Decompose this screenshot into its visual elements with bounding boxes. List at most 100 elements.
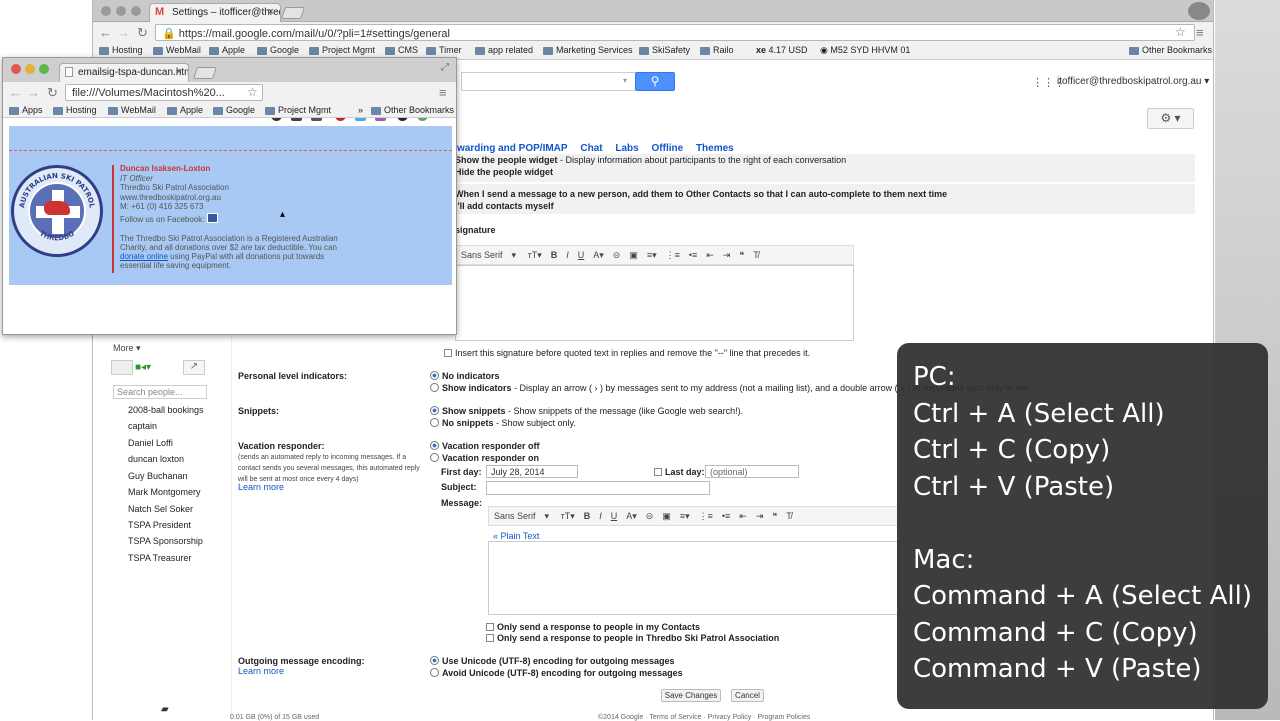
bookmark-item[interactable]: SkiSafety bbox=[639, 45, 690, 55]
contact-item[interactable]: TSPA President bbox=[128, 520, 191, 530]
tab-settings[interactable]: M Settings – itofficer@thredb × bbox=[149, 3, 281, 22]
indent-more-icon[interactable]: ⇥ bbox=[723, 250, 731, 260]
other-bookmarks[interactable]: Other Bookmarks bbox=[371, 105, 454, 115]
vacation-subject-input[interactable] bbox=[486, 481, 710, 495]
bold-icon[interactable]: B bbox=[584, 511, 591, 521]
radio-selected[interactable] bbox=[430, 371, 439, 380]
checkbox[interactable] bbox=[486, 634, 494, 642]
italic-icon[interactable]: I bbox=[566, 250, 569, 260]
checkbox[interactable] bbox=[444, 349, 452, 357]
bookmark-star-icon[interactable]: ☆ bbox=[1175, 25, 1186, 39]
text-color-icon[interactable]: A▾ bbox=[593, 250, 604, 260]
other-bookmarks[interactable]: Other Bookmarks bbox=[1129, 45, 1212, 55]
quote-icon[interactable]: ❝ bbox=[739, 250, 744, 260]
checkbox[interactable] bbox=[654, 468, 662, 476]
tab-forwarding[interactable]: warding and POP/IMAP bbox=[457, 143, 568, 154]
font-size-icon[interactable]: тT▾ bbox=[561, 511, 575, 521]
facebook-icon[interactable] bbox=[206, 213, 218, 223]
bookmark-item[interactable]: Project Mgmt bbox=[265, 105, 331, 115]
font-chevron-icon[interactable]: ▾ bbox=[512, 250, 517, 260]
font-chevron-icon[interactable]: ▾ bbox=[545, 511, 550, 521]
bookmark-item[interactable]: Apple bbox=[167, 105, 203, 115]
minimize-window-icon[interactable] bbox=[116, 6, 126, 16]
contact-item[interactable]: Mark Montgomery bbox=[128, 487, 201, 497]
contact-item[interactable]: Daniel Loffi bbox=[128, 438, 173, 448]
people-search-input[interactable]: Search people... bbox=[113, 385, 207, 399]
menu-icon[interactable]: ≡ bbox=[439, 85, 447, 100]
tab-themes[interactable]: Themes bbox=[696, 143, 734, 154]
only-contacts-option[interactable]: Only send a response to people in my Con… bbox=[486, 622, 700, 632]
tab-labs[interactable]: Labs bbox=[615, 143, 638, 154]
numbered-list-icon[interactable]: ⋮≡ bbox=[699, 511, 713, 521]
contact-item[interactable]: duncan loxton bbox=[128, 454, 184, 464]
reload-icon[interactable]: ↻ bbox=[47, 85, 58, 101]
bookmark-item[interactable]: WebMail bbox=[153, 45, 201, 55]
user-profile-icon[interactable] bbox=[1188, 2, 1210, 20]
bookmark-item[interactable]: Project Mgmt bbox=[309, 45, 375, 55]
bookmark-item[interactable]: Apple bbox=[209, 45, 245, 55]
bullet-list-icon[interactable]: •≡ bbox=[689, 250, 697, 260]
contact-item[interactable]: Natch Sel Soker bbox=[128, 504, 193, 514]
remove-format-icon[interactable]: T̸ bbox=[753, 250, 759, 260]
radio-selected[interactable] bbox=[430, 441, 439, 450]
close-window-icon[interactable] bbox=[11, 64, 21, 74]
show-snippets-option[interactable]: Show snippets - Show snippets of the mes… bbox=[430, 406, 743, 416]
signature-editor[interactable] bbox=[455, 265, 854, 341]
forward-icon[interactable]: → bbox=[117, 25, 130, 40]
back-icon[interactable]: ← bbox=[99, 25, 112, 40]
only-org-option[interactable]: Only send a response to people in Thredb… bbox=[486, 633, 779, 643]
chat-icon[interactable]: ▰ bbox=[161, 704, 169, 715]
vacation-off-option[interactable]: Vacation responder off bbox=[430, 441, 540, 451]
back-icon[interactable]: ← bbox=[9, 85, 22, 100]
no-indicators-option[interactable]: No indicators bbox=[430, 371, 500, 381]
zoom-window-icon[interactable] bbox=[131, 6, 141, 16]
mail-search-input[interactable] bbox=[461, 72, 635, 91]
contact-item[interactable]: TSPA Sponsorship bbox=[128, 536, 203, 546]
contact-item[interactable]: captain bbox=[128, 421, 157, 431]
indent-less-icon[interactable]: ⇤ bbox=[739, 511, 747, 521]
no-snippets-option[interactable]: No snippets - Show subject only. bbox=[430, 418, 576, 428]
align-icon[interactable]: ≡▾ bbox=[680, 511, 690, 521]
underline-icon[interactable]: U bbox=[611, 511, 618, 521]
vacation-on-option[interactable]: Vacation responder on bbox=[430, 453, 539, 463]
vacation-learn-more[interactable]: Learn more bbox=[238, 482, 284, 492]
bookmark-item[interactable]: WebMail bbox=[108, 105, 156, 115]
zoom-window-icon[interactable] bbox=[39, 64, 49, 74]
address-bar[interactable]: file:///Volumes/Macintosh%20... bbox=[65, 84, 263, 101]
new-tab-button[interactable] bbox=[281, 7, 305, 19]
bookmark-item[interactable]: CMS bbox=[385, 45, 418, 55]
bookmark-star-icon[interactable]: ☆ bbox=[247, 85, 258, 99]
search-options-chevron-icon[interactable]: ▾ bbox=[623, 76, 627, 85]
menu-icon[interactable]: ≡ bbox=[1196, 25, 1204, 40]
settings-gear-button[interactable]: ⚙ ▾ bbox=[1147, 108, 1194, 129]
signature-website[interactable]: www.thredboskipatrol.org.au bbox=[120, 193, 221, 202]
image-icon[interactable]: ▣ bbox=[662, 511, 671, 521]
avoid-unicode-option[interactable]: Avoid Unicode (UTF-8) encoding for outgo… bbox=[430, 668, 683, 678]
people-widget-show[interactable]: Show the people widget - Display informa… bbox=[455, 155, 846, 165]
bookmark-item[interactable]: Marketing Services bbox=[543, 45, 633, 55]
close-tab-icon[interactable]: × bbox=[268, 6, 274, 18]
donate-link[interactable]: donate online bbox=[120, 252, 168, 261]
vacation-message-editor[interactable] bbox=[488, 541, 900, 615]
last-day-input[interactable]: (optional) bbox=[705, 465, 799, 478]
new-tab-button[interactable] bbox=[193, 67, 217, 79]
bookmark-item[interactable]: Railo bbox=[700, 45, 734, 55]
font-select[interactable]: Sans Serif bbox=[494, 511, 536, 521]
fullscreen-icon[interactable]: ⤢ bbox=[441, 62, 449, 73]
radio[interactable] bbox=[430, 668, 439, 677]
indent-more-icon[interactable]: ⇥ bbox=[756, 511, 764, 521]
close-tab-icon[interactable]: × bbox=[176, 66, 182, 78]
bookmark-item[interactable]: Timer bbox=[426, 45, 462, 55]
bookmark-item[interactable]: Hosting bbox=[99, 45, 143, 55]
search-button[interactable]: ⚲ bbox=[635, 72, 675, 91]
address-bar[interactable]: 🔒 https://mail.google.com/mail/u/0/?pli=… bbox=[155, 24, 1195, 41]
indent-less-icon[interactable]: ⇤ bbox=[706, 250, 714, 260]
cancel-button[interactable]: Cancel bbox=[731, 689, 764, 702]
close-window-icon[interactable] bbox=[101, 6, 111, 16]
use-unicode-option[interactable]: Use Unicode (UTF-8) encoding for outgoin… bbox=[430, 656, 675, 666]
tab-chat[interactable]: Chat bbox=[580, 143, 602, 154]
link-icon[interactable]: ⊝ bbox=[613, 250, 621, 260]
bold-icon[interactable]: B bbox=[551, 250, 558, 260]
link-icon[interactable]: ⊝ bbox=[646, 511, 654, 521]
bookmark-item[interactable]: app related bbox=[475, 45, 533, 55]
